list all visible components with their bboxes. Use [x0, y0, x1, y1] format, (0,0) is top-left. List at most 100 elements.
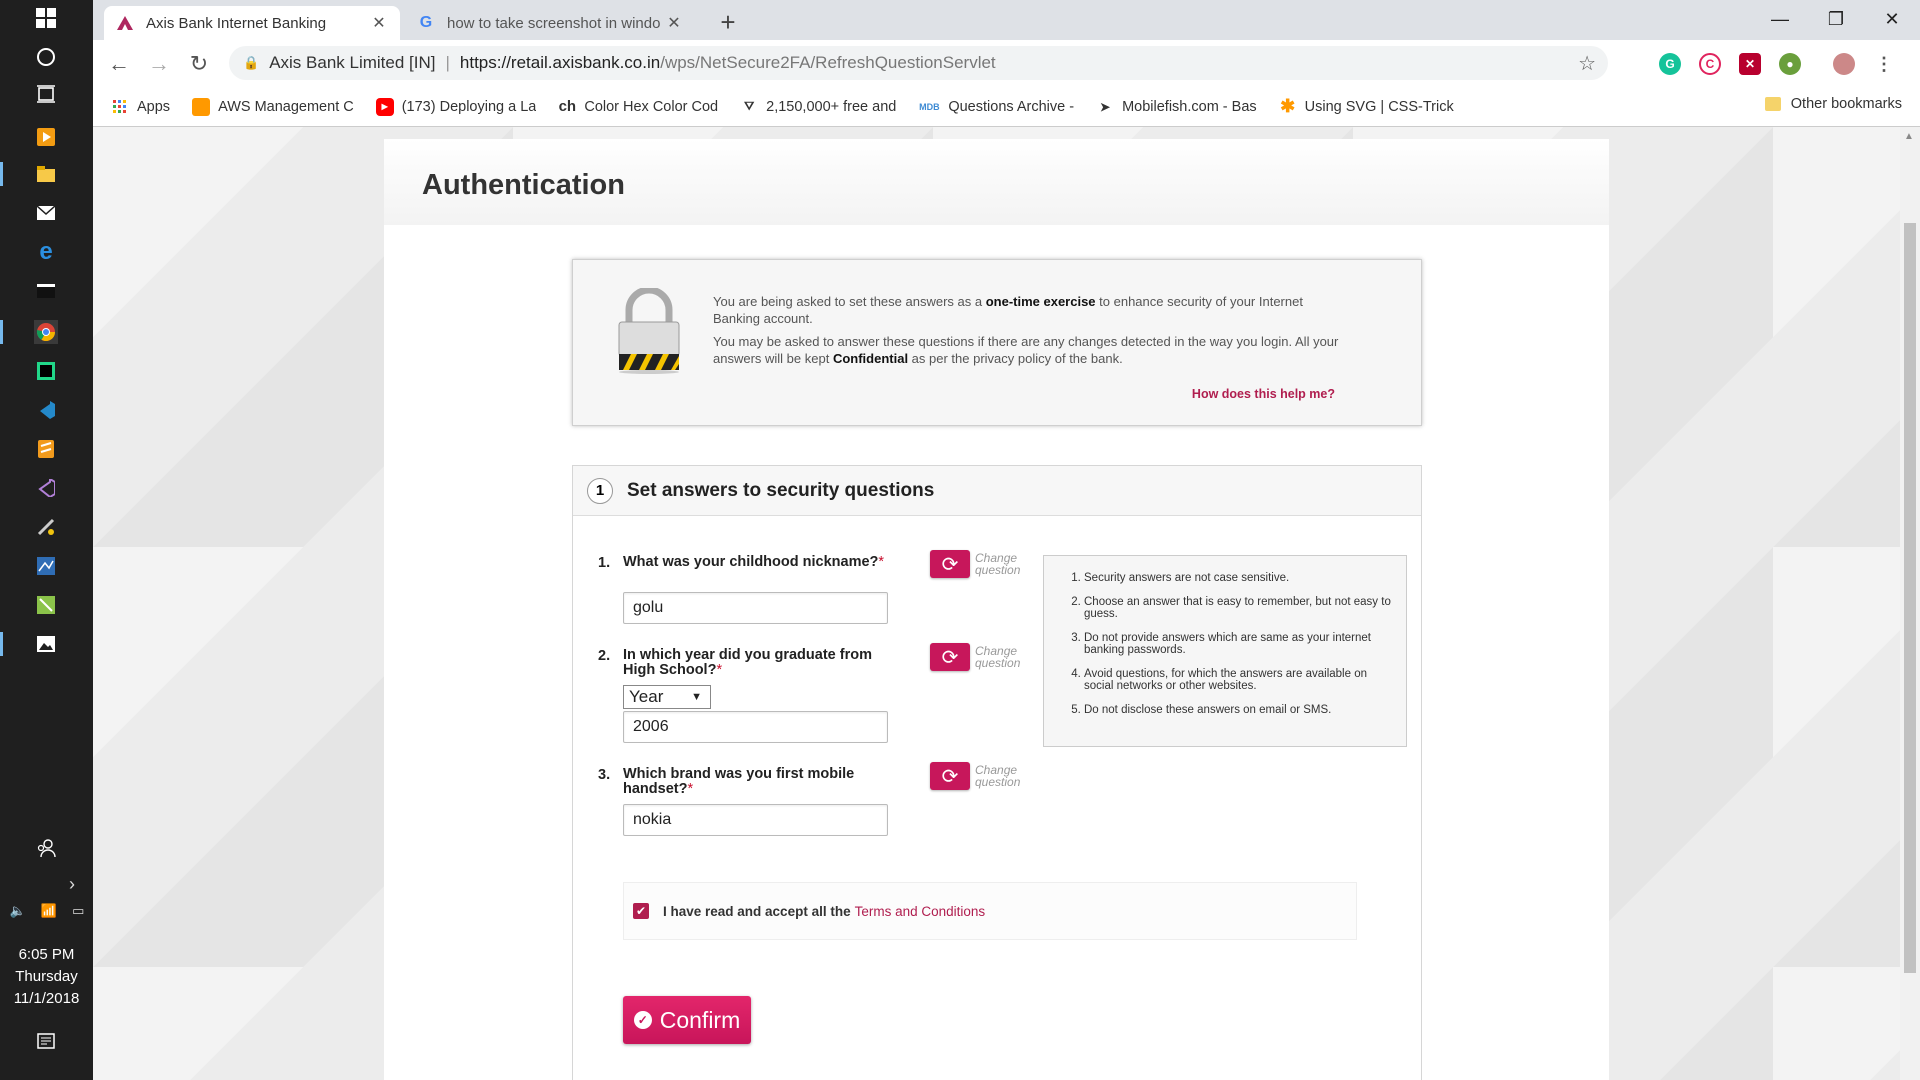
bookmark-item[interactable]: ⛛ 2,150,000+ free and — [740, 98, 896, 116]
taskbar-active-indicator — [0, 632, 3, 656]
bookmark-item[interactable]: ➤ Mobilefish.com - Bas — [1096, 98, 1257, 116]
terms-row: ✔ I have read and accept all the Terms a… — [623, 882, 1357, 940]
task-view-icon[interactable] — [34, 82, 58, 106]
change-label-line: question — [975, 775, 1021, 789]
visual-studio-icon[interactable] — [34, 476, 58, 500]
security-questions-panel: 1 Set answers to security questions 1. W… — [572, 465, 1422, 1080]
forward-arrow-icon[interactable]: → — [145, 50, 173, 78]
confirm-button[interactable]: ✓ Confirm — [623, 996, 751, 1044]
change-question-2[interactable]: ⟳ Change question — [930, 643, 1020, 671]
refresh-icon[interactable]: ⟳ — [930, 643, 970, 671]
bookmark-item[interactable]: ch Color Hex Color Cod — [558, 98, 719, 116]
question-label: Which brand was you first mobile handset… — [623, 767, 893, 797]
new-tab-plus-icon[interactable]: + — [713, 8, 743, 38]
battery-icon[interactable]: ▭ — [72, 903, 84, 919]
refresh-icon[interactable]: ⟳ — [930, 550, 970, 578]
question-text: In which year did you graduate from High… — [623, 647, 872, 678]
answer-input-2[interactable]: 2006 — [623, 711, 888, 743]
chrome-menu-icon[interactable]: ⋮ — [1873, 53, 1895, 75]
chrome-taskbar-icon[interactable] — [34, 320, 58, 344]
tip-item: Do not disclose these answers on email o… — [1084, 704, 1396, 716]
volume-icon[interactable]: 🔈 — [10, 903, 26, 919]
section-header: 1 Set answers to security questions — [573, 466, 1421, 516]
other-bookmarks[interactable]: Other bookmarks — [1764, 96, 1902, 112]
action-center-icon[interactable] — [34, 1030, 58, 1054]
extension-globe-icon[interactable]: ● — [1779, 53, 1801, 75]
windows-start-icon[interactable] — [34, 6, 58, 30]
page-scrollbar[interactable]: ▲ — [1900, 127, 1920, 1080]
google-favicon-icon: G — [419, 14, 433, 31]
security-tips-box: Security answers are not case sensitive.… — [1043, 555, 1407, 747]
confirm-label: Confirm — [659, 1006, 741, 1033]
info-text: You are being asked to set these answers… — [713, 293, 1343, 373]
question-number: 1. — [598, 555, 611, 571]
check-circle-icon: ✓ — [633, 1011, 652, 1029]
close-window-icon[interactable]: ✕ — [1864, 0, 1920, 38]
address-separator: | — [445, 53, 450, 72]
cortana-icon[interactable] — [34, 45, 58, 69]
bookmark-item[interactable]: Apps — [111, 98, 170, 116]
extension-red-icon[interactable]: ✕ — [1739, 53, 1761, 75]
pycharm-icon[interactable] — [34, 359, 58, 383]
required-mark: * — [687, 781, 694, 797]
system-clock[interactable]: 6:05 PM Thursday 11/1/2018 — [0, 944, 93, 1010]
bookmark-item[interactable]: ▶ (173) Deploying a La — [375, 97, 537, 116]
terms-checkbox[interactable]: ✔ — [633, 903, 649, 919]
bookmark-label: (173) Deploying a La — [401, 98, 537, 115]
answer-input-1[interactable]: golu — [623, 592, 888, 624]
extension-c-icon[interactable]: C — [1699, 53, 1721, 75]
tab-google-search[interactable]: G how to take screenshot in windo ✕ — [405, 6, 695, 40]
people-icon[interactable] — [34, 836, 58, 860]
vscode-icon[interactable] — [34, 398, 58, 422]
tab-axis-bank[interactable]: Axis Bank Internet Banking ✕ — [104, 6, 400, 40]
file-explorer-icon[interactable] — [34, 162, 58, 186]
youtube-icon: ▶ — [375, 97, 394, 116]
sublime-text-icon[interactable] — [34, 437, 58, 461]
question-text: What was your childhood nickname? — [623, 554, 879, 570]
wifi-icon[interactable]: 📶 — [41, 903, 57, 919]
question-label: What was your childhood nickname?* — [623, 555, 893, 570]
year-select-value: Year — [629, 687, 664, 706]
terminal-icon[interactable] — [34, 279, 58, 303]
close-tab-icon[interactable]: ✕ — [665, 13, 683, 33]
bookmark-label: Color Hex Color Cod — [584, 98, 719, 115]
other-bookmarks-label: Other bookmarks — [1790, 96, 1902, 112]
mail-icon[interactable] — [34, 201, 58, 225]
tip-item: Avoid questions, for which the answers a… — [1084, 668, 1396, 692]
address-bar[interactable]: 🔒 Axis Bank Limited [IN] | https://retai… — [229, 46, 1608, 80]
change-question-3[interactable]: ⟳ Change question — [930, 762, 1020, 790]
photos-icon[interactable] — [34, 632, 58, 656]
apps-grid-icon — [111, 98, 129, 116]
bookmark-item[interactable]: MDB Questions Archive - — [918, 98, 1074, 116]
close-tab-icon[interactable]: ✕ — [370, 13, 388, 33]
terms-and-conditions-link[interactable]: Terms and Conditions — [855, 904, 986, 919]
profile-avatar[interactable] — [1833, 53, 1855, 75]
bookmark-item[interactable]: ✱ Using SVG | CSS-Trick — [1279, 96, 1454, 116]
auth-card: Authentication You are being asked to se… — [384, 139, 1609, 1080]
info-paragraph-2: You may be asked to answer these questio… — [713, 333, 1343, 367]
lock-icon[interactable]: 🔒 — [243, 55, 259, 71]
year-select[interactable]: Year ▼ — [623, 685, 711, 709]
bookmark-item[interactable]: AWS Management C — [192, 97, 354, 116]
grammarly-extension-icon[interactable]: G — [1659, 53, 1681, 75]
answer-input-3[interactable]: nokia — [623, 804, 888, 836]
show-hidden-icons-chevron-icon[interactable]: › — [60, 872, 84, 896]
minimize-window-icon[interactable]: — — [1752, 0, 1808, 38]
notepad-plus-icon[interactable] — [34, 593, 58, 617]
edge-browser-icon[interactable]: e — [34, 238, 58, 265]
bookmark-star-icon[interactable]: ☆ — [1578, 51, 1596, 76]
tip-item: Choose an answer that is easy to remembe… — [1084, 596, 1396, 620]
scroll-up-arrow-icon[interactable]: ▲ — [1904, 131, 1914, 142]
aws-icon — [192, 97, 211, 116]
scrollbar-thumb[interactable] — [1904, 223, 1916, 973]
network-tool-icon[interactable] — [34, 554, 58, 578]
reload-icon[interactable]: ↻ — [185, 50, 213, 78]
change-question-1[interactable]: ⟳ Change question — [930, 550, 1020, 578]
how-does-this-help-link[interactable]: How does this help me? — [1192, 387, 1335, 401]
tools-icon[interactable] — [34, 515, 58, 539]
restore-window-icon[interactable]: ❐ — [1808, 0, 1864, 38]
back-arrow-icon[interactable]: ← — [105, 50, 133, 78]
refresh-icon[interactable]: ⟳ — [930, 762, 970, 790]
question-number: 3. — [598, 767, 611, 783]
media-player-icon[interactable] — [34, 125, 58, 149]
